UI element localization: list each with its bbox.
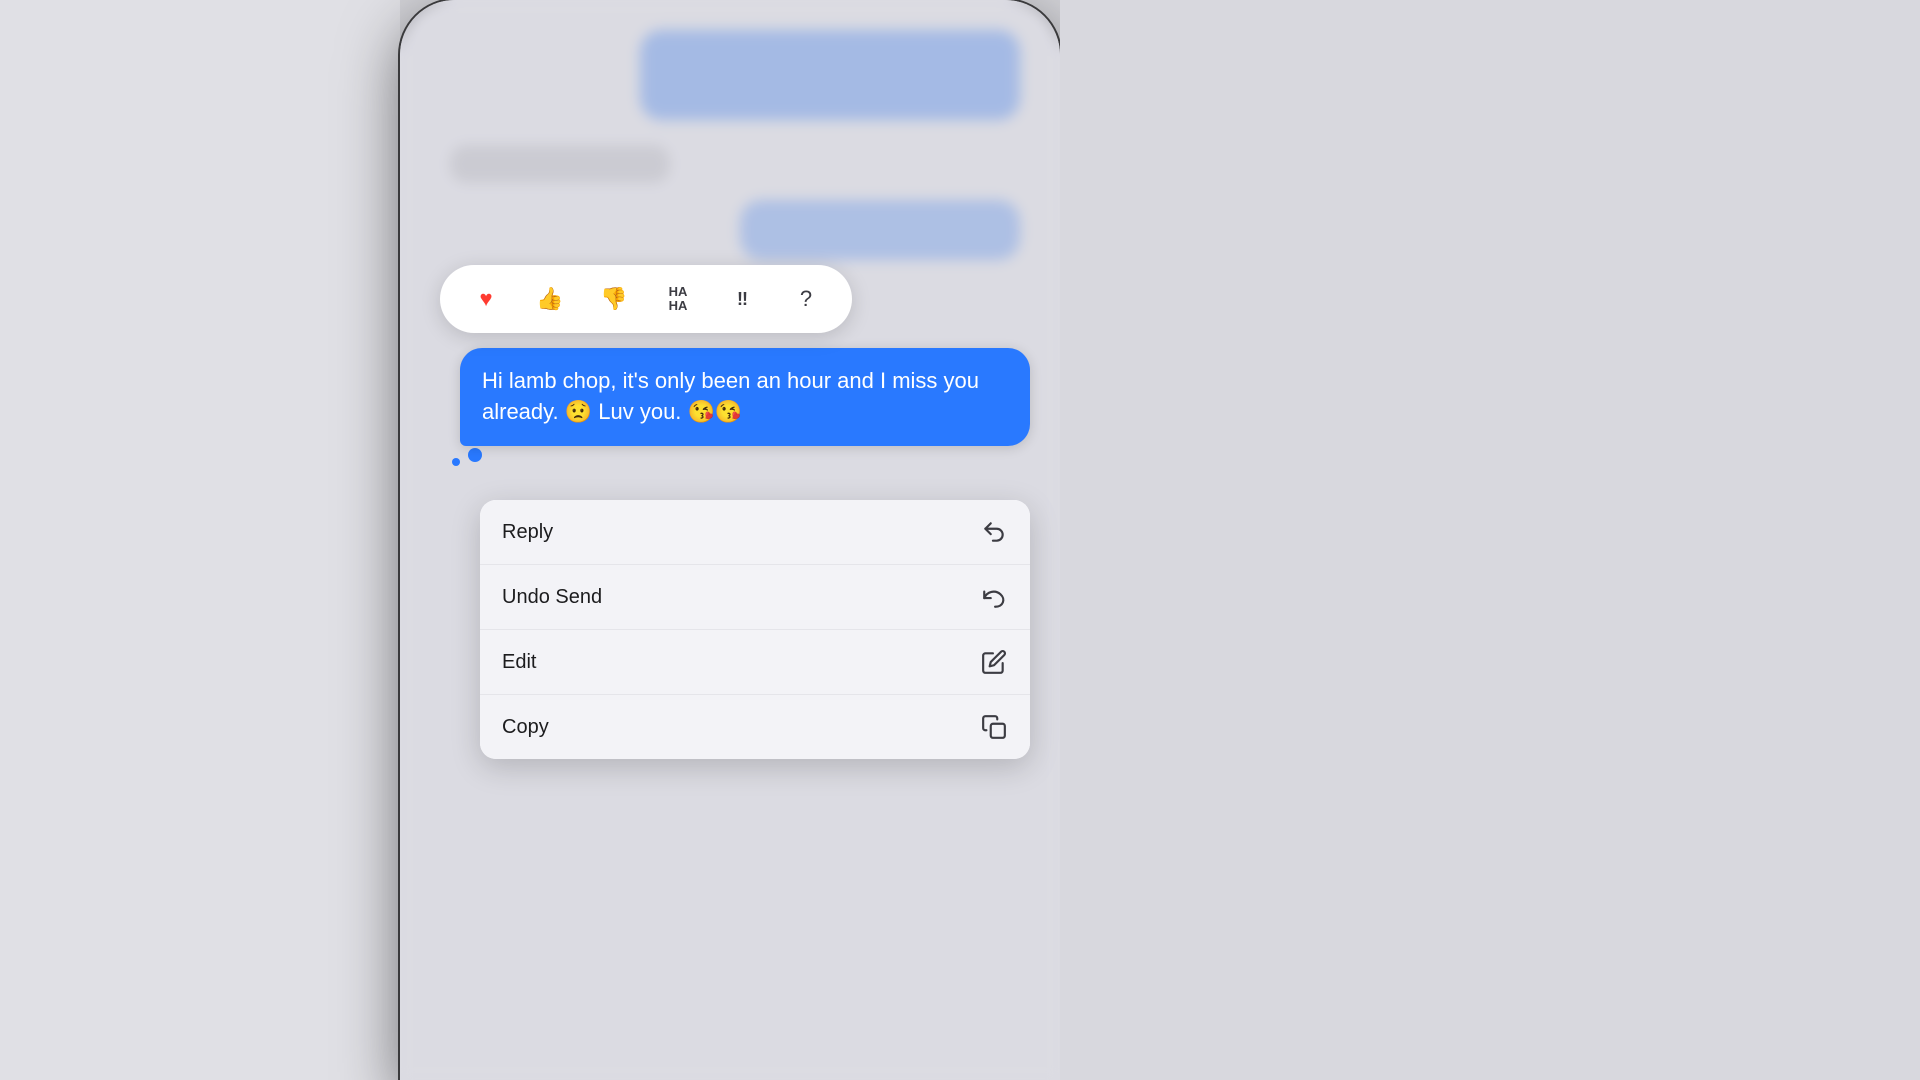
undo-send-menu-item[interactable]: Undo Send [480, 565, 1030, 630]
pencil-icon [980, 648, 1008, 676]
bubble-tail-large [468, 448, 482, 462]
question-icon: ? [800, 286, 812, 312]
thumbs-up-icon: 👍 [536, 286, 563, 312]
undo-send-label: Undo Send [502, 586, 602, 609]
copy-label: Copy [502, 716, 549, 739]
copy-menu-item[interactable]: Copy [480, 695, 1030, 759]
reaction-haha[interactable]: HAHA [656, 277, 700, 321]
pencil-svg [981, 649, 1007, 675]
edit-label: Edit [502, 651, 536, 674]
copy-icon [980, 713, 1008, 741]
haha-icon: HAHA [669, 285, 688, 314]
reaction-question[interactable]: ? [784, 277, 828, 321]
undo-svg [981, 584, 1007, 610]
reply-menu-item[interactable]: Reply [480, 500, 1030, 565]
reaction-bar: ♥ 👍 👎 HAHA !! ? [440, 265, 852, 333]
reaction-heart[interactable]: ♥ [464, 277, 508, 321]
message-bubble: Hi lamb chop, it's only been an hour and… [460, 348, 1030, 446]
reply-svg [981, 519, 1007, 545]
reply-label: Reply [502, 521, 553, 544]
reaction-exclaim[interactable]: !! [720, 277, 764, 321]
message-text: Hi lamb chop, it's only been an hour and… [482, 368, 979, 424]
phone-frame: ♥ 👍 👎 HAHA !! ? [400, 0, 1060, 1080]
reply-icon [980, 518, 1008, 546]
thumbs-down-icon: 👎 [600, 286, 627, 312]
exclaim-icon: !! [737, 289, 747, 310]
scene: ♥ 👍 👎 HAHA !! ? [0, 0, 1920, 1080]
bubble-tail-small [452, 458, 460, 466]
heart-icon: ♥ [479, 286, 492, 312]
reaction-thumbs-down[interactable]: 👎 [592, 277, 636, 321]
copy-svg [981, 714, 1007, 740]
edit-menu-item[interactable]: Edit [480, 630, 1030, 695]
right-panel [1060, 0, 1920, 1080]
reaction-thumbs-up[interactable]: 👍 [528, 277, 572, 321]
context-menu: Reply Undo Send [480, 500, 1030, 759]
phone-screen: ♥ 👍 👎 HAHA !! ? [400, 0, 1060, 1080]
undo-icon [980, 583, 1008, 611]
left-panel [0, 0, 400, 1080]
